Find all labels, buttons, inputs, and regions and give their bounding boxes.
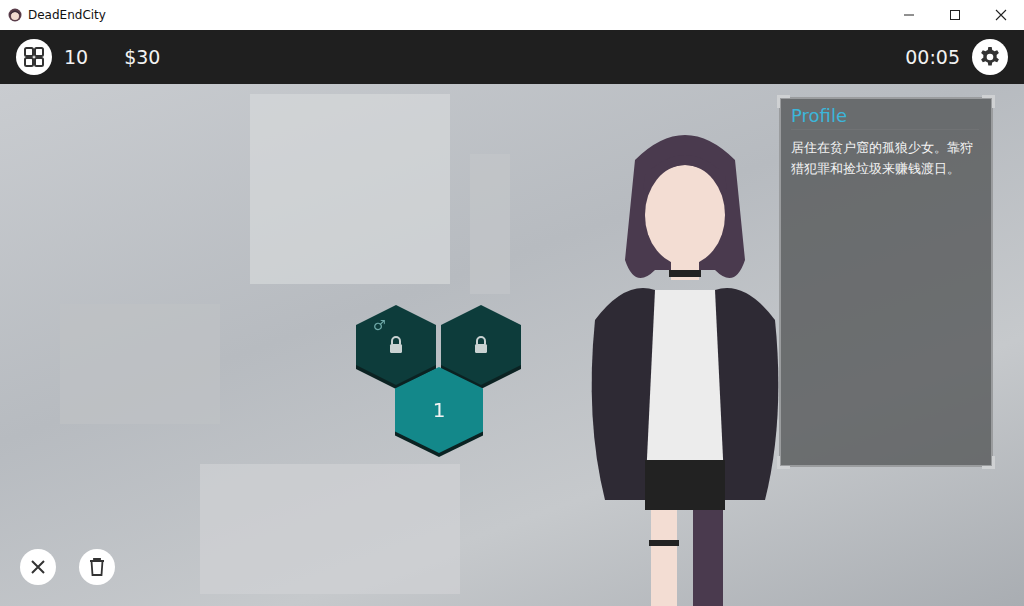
gear-icon (978, 45, 1002, 69)
game-window: DeadEndCity 10 $30 00:05 ♂ 1 Profile 居住在贫户窟的孤狼少… (0, 0, 1024, 606)
settings-button[interactable] (972, 39, 1008, 75)
tile-label: 1 (433, 398, 446, 422)
timer: 00:05 (905, 46, 960, 68)
maximize-icon (949, 9, 961, 21)
money: $30 (124, 46, 160, 68)
app-icon (8, 8, 22, 22)
hex-tile[interactable] (441, 305, 521, 385)
grid-icon (23, 46, 45, 68)
profile-title: Profile (791, 105, 979, 130)
lock-icon (388, 336, 404, 354)
close-icon (995, 9, 1007, 21)
menu-button[interactable] (16, 39, 52, 75)
profile-text: 居住在贫户窟的孤狼少女。靠狩猎犯罪和捡垃圾来赚钱渡日。 (791, 138, 979, 180)
title-bar: DeadEndCity (0, 0, 1024, 30)
trash-icon (88, 557, 106, 577)
top-bar: 10 $30 00:05 (0, 30, 1024, 84)
city-map: ♂ 1 Profile 居住在贫户窟的孤狼少女。靠狩猎犯罪和捡垃圾来赚钱渡日。 (0, 84, 1024, 606)
close-window-button[interactable] (978, 0, 1024, 30)
maximize-button[interactable] (932, 0, 978, 30)
item-count: 10 (64, 46, 88, 68)
hex-tile[interactable]: ♂ (356, 305, 436, 385)
gender-mark: ♂ (373, 317, 386, 333)
x-icon (29, 558, 47, 576)
minimize-icon (903, 9, 915, 21)
profile-panel: Profile 居住在贫户窟的孤狼少女。靠狩猎犯罪和捡垃圾来赚钱渡日。 (779, 97, 993, 467)
window-title: DeadEndCity (28, 8, 106, 22)
delete-button[interactable] (79, 549, 115, 585)
lock-icon (473, 336, 489, 354)
hex-tile[interactable]: 1 (395, 367, 483, 453)
character-figure (585, 120, 785, 606)
cancel-button[interactable] (20, 549, 56, 585)
minimize-button[interactable] (886, 0, 932, 30)
